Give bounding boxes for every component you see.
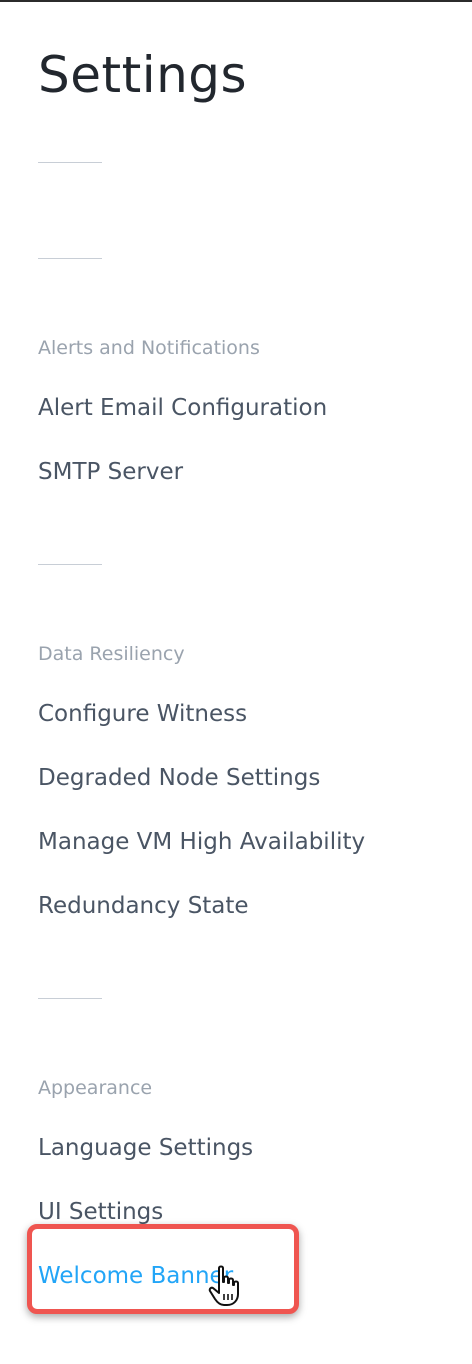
menu-item-welcome-banner[interactable]: Welcome Banner xyxy=(38,1265,233,1288)
menu-item-smtp-server[interactable]: SMTP Server xyxy=(38,461,183,484)
section-divider xyxy=(38,564,102,565)
menu-item-redundancy-state[interactable]: Redundancy State xyxy=(38,895,249,918)
menu-item-configure-witness[interactable]: Configure Witness xyxy=(38,703,247,726)
section-header-alerts: Alerts and Notifications xyxy=(38,337,260,359)
menu-item-alert-email-configuration[interactable]: Alert Email Configuration xyxy=(38,397,327,420)
section-divider xyxy=(38,162,102,163)
menu-item-degraded-node-settings[interactable]: Degraded Node Settings xyxy=(38,767,320,790)
menu-item-ui-settings[interactable]: UI Settings xyxy=(38,1201,163,1224)
section-header-data-resiliency: Data Resiliency xyxy=(38,643,185,665)
section-divider xyxy=(38,998,102,999)
menu-item-language-settings[interactable]: Language Settings xyxy=(38,1137,253,1160)
section-divider xyxy=(38,258,102,259)
hand-pointer-icon xyxy=(208,1265,239,1306)
menu-item-manage-vm-high-availability[interactable]: Manage VM High Availability xyxy=(38,831,365,854)
page-title: Settings xyxy=(38,46,248,104)
section-header-appearance: Appearance xyxy=(38,1077,153,1099)
top-border xyxy=(0,0,472,2)
